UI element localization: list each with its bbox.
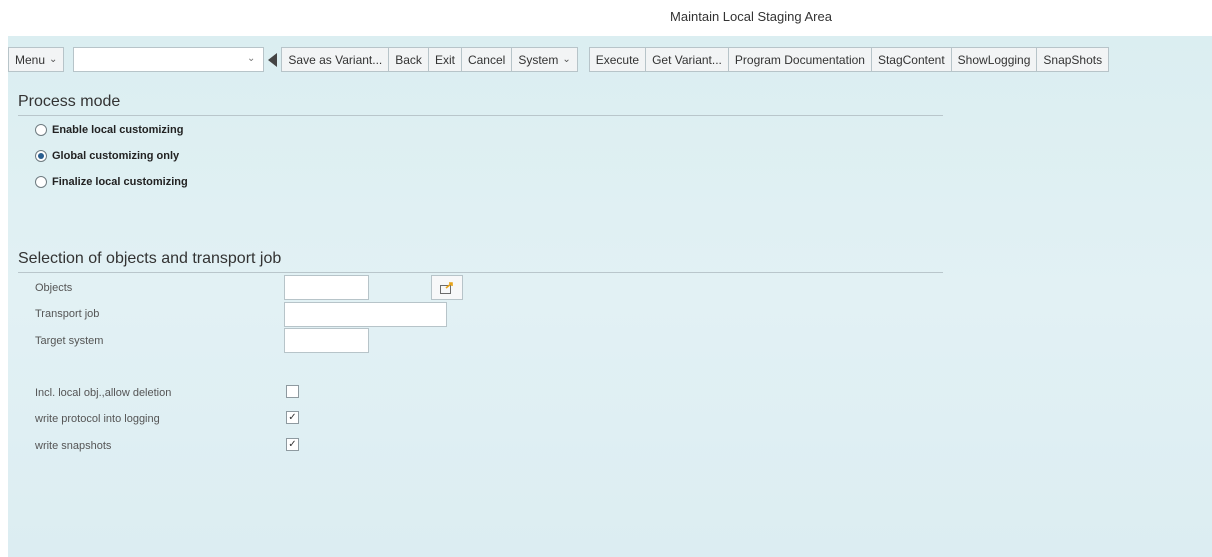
cancel-button[interactable]: Cancel: [460, 47, 513, 72]
execute-button[interactable]: Execute: [588, 47, 647, 72]
radio-button[interactable]: [35, 150, 47, 162]
checkmark-icon: ✓: [288, 412, 297, 423]
transport-job-label: Transport job: [35, 308, 100, 320]
write-snapshots-label: write snapshots: [35, 440, 112, 452]
get-variant-button[interactable]: Get Variant...: [645, 47, 729, 72]
radio-label: Global customizing only: [52, 150, 180, 162]
incl-local-obj-label: Incl. local obj.,allow deletion: [35, 387, 172, 399]
command-field[interactable]: ⌄: [73, 47, 265, 72]
multiple-selection-icon: [440, 281, 453, 294]
target-system-input[interactable]: [284, 328, 369, 353]
back-button[interactable]: Back: [388, 47, 429, 72]
checkmark-icon: ✓: [288, 439, 297, 450]
toolbar: Menu ⌄ ⌄ Save as Variant... Back Exit Ca…: [8, 46, 1110, 73]
menu-button-label: Menu: [15, 52, 46, 67]
window-title: Maintain Local Staging Area: [670, 9, 832, 24]
work-area: Menu ⌄ ⌄ Save as Variant... Back Exit Ca…: [8, 36, 1212, 557]
system-menu-label: System: [518, 52, 559, 67]
chevron-down-icon: ⌄: [49, 54, 58, 65]
snapshots-button[interactable]: SnapShots: [1036, 47, 1110, 72]
section-divider: [18, 272, 943, 273]
write-protocol-checkbox[interactable]: ✓: [286, 411, 299, 424]
selection-title: Selection of objects and transport job: [18, 250, 282, 267]
stagcontent-button[interactable]: StagContent: [870, 47, 952, 72]
triangle-left-icon[interactable]: [268, 52, 278, 67]
process-mode-title: Process mode: [18, 93, 121, 110]
objects-label: Objects: [35, 282, 73, 294]
incl-local-obj-checkbox[interactable]: [286, 385, 299, 398]
objects-input[interactable]: [284, 275, 369, 300]
radio-selected-dot: [38, 153, 44, 159]
write-protocol-label: write protocol into logging: [35, 413, 160, 425]
transport-job-input[interactable]: [284, 302, 447, 327]
radio-finalize-local[interactable]: Finalize local customizing: [35, 176, 188, 188]
chevron-down-icon: ⌄: [562, 54, 571, 65]
menu-button[interactable]: Menu ⌄: [8, 47, 65, 72]
write-snapshots-checkbox[interactable]: ✓: [286, 438, 299, 451]
save-as-variant-button[interactable]: Save as Variant...: [281, 47, 390, 72]
radio-label: Enable local customizing: [52, 124, 184, 136]
showlogging-button[interactable]: ShowLogging: [950, 47, 1038, 72]
radio-button[interactable]: [35, 176, 47, 188]
exit-button[interactable]: Exit: [427, 47, 462, 72]
radio-enable-local[interactable]: Enable local customizing: [35, 124, 183, 136]
section-divider: [18, 115, 943, 116]
multiple-selection-button[interactable]: [431, 275, 463, 300]
radio-button[interactable]: [35, 124, 47, 136]
target-system-label: Target system: [35, 335, 104, 347]
system-menu-button[interactable]: System ⌄: [511, 47, 578, 72]
radio-global-only[interactable]: Global customizing only: [35, 150, 179, 162]
radio-label: Finalize local customizing: [52, 176, 188, 188]
program-documentation-button[interactable]: Program Documentation: [727, 47, 872, 72]
chevron-down-icon[interactable]: ⌄: [247, 53, 255, 64]
